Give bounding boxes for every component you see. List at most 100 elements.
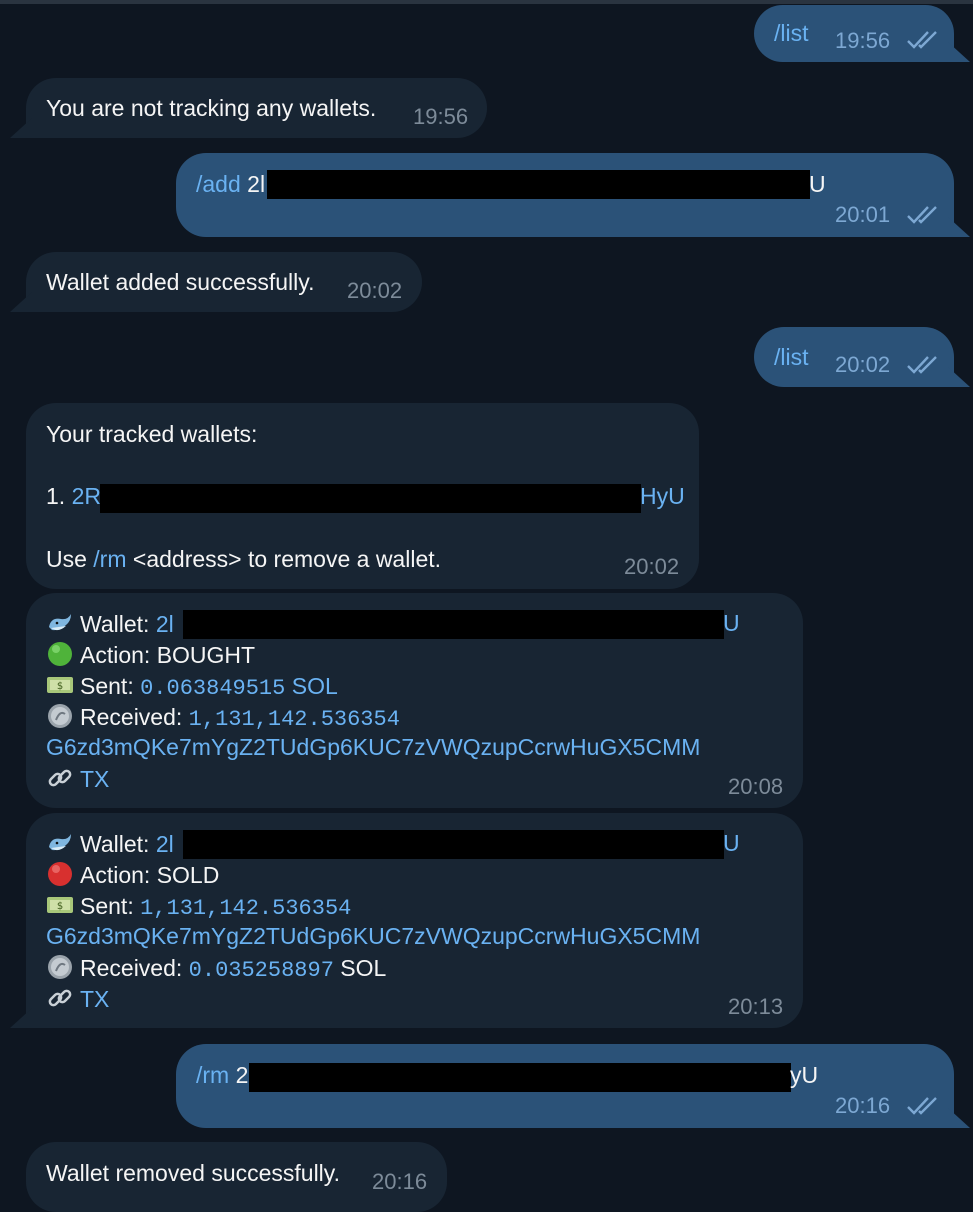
- double-check-icon: [907, 31, 937, 49]
- sent-row: $ Sent: 0.063849515 SOL: [46, 671, 338, 703]
- message-incoming-tracked-wallets[interactable]: Your tracked wallets: 1. 2R HyU Use /rm …: [26, 403, 699, 589]
- hint-text: <address> to remove a wallet.: [132, 546, 442, 572]
- command-link[interactable]: /list: [774, 343, 809, 371]
- sent-row: $ Sent: 1,131,142.536354: [46, 891, 351, 923]
- token-address-link[interactable]: G6zd3mQKe7mYgZ2TUdGp6KUC7zVWQzupCcrwHuGX…: [46, 922, 700, 950]
- wallet-row: Wallet: 2l: [46, 609, 174, 638]
- message-time: 20:13: [728, 994, 784, 1019]
- coin-icon: [48, 955, 72, 979]
- bubble-tail: [948, 217, 970, 237]
- wallet-address-link[interactable]: 2l: [156, 831, 174, 857]
- red-circle-icon: [48, 862, 72, 886]
- message-time: 20:16: [372, 1169, 428, 1194]
- rm-command-link[interactable]: /rm: [93, 546, 126, 572]
- token-address-link[interactable]: G6zd3mQKe7mYgZ2TUdGp6KUC7zVWQzupCcrwHuGX…: [46, 733, 700, 761]
- sent-label: Sent:: [80, 673, 134, 699]
- message-time: 20:02: [347, 278, 403, 303]
- redacted-address: [100, 484, 641, 513]
- link-icon: [48, 989, 72, 1007]
- sent-unit: SOL: [291, 673, 338, 699]
- action-text: Action: SOLD: [80, 862, 220, 888]
- received-value: 0.035258897: [188, 958, 334, 983]
- wallet-label: Wallet:: [80, 831, 150, 857]
- address-start: 2l: [247, 171, 266, 197]
- message-text: /add 2l: [196, 170, 265, 198]
- message-time: 20:08: [728, 774, 784, 799]
- action-text: Action: BOUGHT: [80, 642, 256, 668]
- double-check-icon: [907, 1097, 937, 1115]
- message-time: 20:01: [835, 202, 891, 227]
- redacted-address: [183, 610, 724, 639]
- redacted-address: [249, 1063, 791, 1092]
- received-label: Received:: [80, 704, 183, 730]
- message-incoming-bought[interactable]: Wallet: 2l U Action: BOUGHT $ Sent: 0.063…: [26, 593, 803, 808]
- received-row: Received: 1,131,142.536354: [46, 702, 400, 734]
- money-icon: $: [47, 677, 73, 693]
- top-border: [0, 0, 973, 4]
- bubble-tail: [10, 1008, 32, 1028]
- message-incoming-wallet-added[interactable]: Wallet added successfully. 20:02: [26, 252, 422, 312]
- command-link[interactable]: /list: [774, 19, 809, 47]
- message-text: You are not tracking any wallets.: [46, 95, 377, 121]
- message-text: Wallet added successfully.: [46, 269, 315, 295]
- sent-label: Sent:: [80, 893, 134, 919]
- wallet-address-end[interactable]: U: [723, 609, 740, 637]
- received-unit: SOL: [340, 955, 387, 981]
- redacted-address: [267, 170, 810, 199]
- received-row: Received: 0.035258897 SOL: [46, 953, 386, 985]
- message-incoming-wallet-removed[interactable]: Wallet removed successfully. 20:16: [26, 1142, 447, 1212]
- received-value: 1,131,142.536354: [188, 707, 400, 732]
- action-row: Action: BOUGHT: [46, 640, 255, 669]
- wallet-list-item: 1. 2R: [46, 482, 101, 510]
- hint-text: Use: [46, 546, 87, 572]
- wallet-label: Wallet:: [80, 611, 150, 637]
- svg-text:$: $: [57, 681, 63, 692]
- message-time: 20:02: [835, 352, 891, 377]
- address-end: yU: [790, 1062, 819, 1088]
- bubble-tail: [948, 42, 970, 62]
- tx-row: TX: [46, 984, 109, 1013]
- message-outgoing-list-2[interactable]: /list 20:02: [754, 327, 954, 387]
- message-time: 19:56: [413, 104, 469, 129]
- address-start: 2: [235, 1062, 249, 1088]
- sent-value: 1,131,142.536354: [140, 896, 352, 921]
- wallet-address-end[interactable]: HyU: [640, 482, 685, 510]
- message-text: Wallet removed successfully.: [46, 1160, 340, 1186]
- tx-link[interactable]: TX: [80, 986, 109, 1012]
- svg-text:$: $: [57, 901, 63, 912]
- message-time: 19:56: [835, 28, 891, 53]
- message-outgoing-list-1[interactable]: /list 19:56: [754, 5, 954, 62]
- message-text: /rm 2: [196, 1061, 248, 1089]
- double-check-icon: [907, 206, 937, 224]
- wallet-address-link[interactable]: 2R: [72, 483, 101, 509]
- received-label: Received:: [80, 955, 183, 981]
- wallet-address-end[interactable]: U: [723, 829, 740, 857]
- address-end: U: [809, 171, 826, 197]
- bubble-tail: [948, 1108, 970, 1128]
- tx-link[interactable]: TX: [80, 766, 109, 792]
- action-row: Action: SOLD: [46, 860, 219, 889]
- item-number: 1.: [46, 483, 66, 509]
- message-incoming-not-tracking[interactable]: You are not tracking any wallets. 19:56: [26, 78, 487, 138]
- list-header: Your tracked wallets:: [46, 421, 258, 447]
- sent-value: 0.063849515: [140, 676, 286, 701]
- bubble-tail: [10, 118, 32, 138]
- message-time: 20:02: [624, 554, 680, 579]
- command-link[interactable]: /add: [196, 171, 241, 197]
- link-icon: [48, 769, 72, 787]
- coin-icon: [48, 704, 72, 728]
- money-icon: $: [47, 897, 73, 913]
- redacted-address: [183, 830, 724, 859]
- wallet-row: Wallet: 2l: [46, 829, 174, 858]
- bubble-tail: [10, 292, 32, 312]
- message-outgoing-add[interactable]: /add 2l U 20:01: [176, 153, 954, 237]
- wallet-address-link[interactable]: 2l: [156, 611, 174, 637]
- green-circle-icon: [48, 642, 72, 666]
- whale-icon: [49, 834, 71, 851]
- message-incoming-sold[interactable]: Wallet: 2l U Action: SOLD $ Sent: 1,131,1…: [26, 813, 803, 1028]
- message-outgoing-rm[interactable]: /rm 2 yU 20:16: [176, 1044, 954, 1128]
- command-link[interactable]: /rm: [196, 1062, 229, 1088]
- bubble-tail: [948, 367, 970, 387]
- remove-hint: Use /rm <address> to remove a wallet.: [46, 545, 441, 573]
- double-check-icon: [907, 356, 937, 374]
